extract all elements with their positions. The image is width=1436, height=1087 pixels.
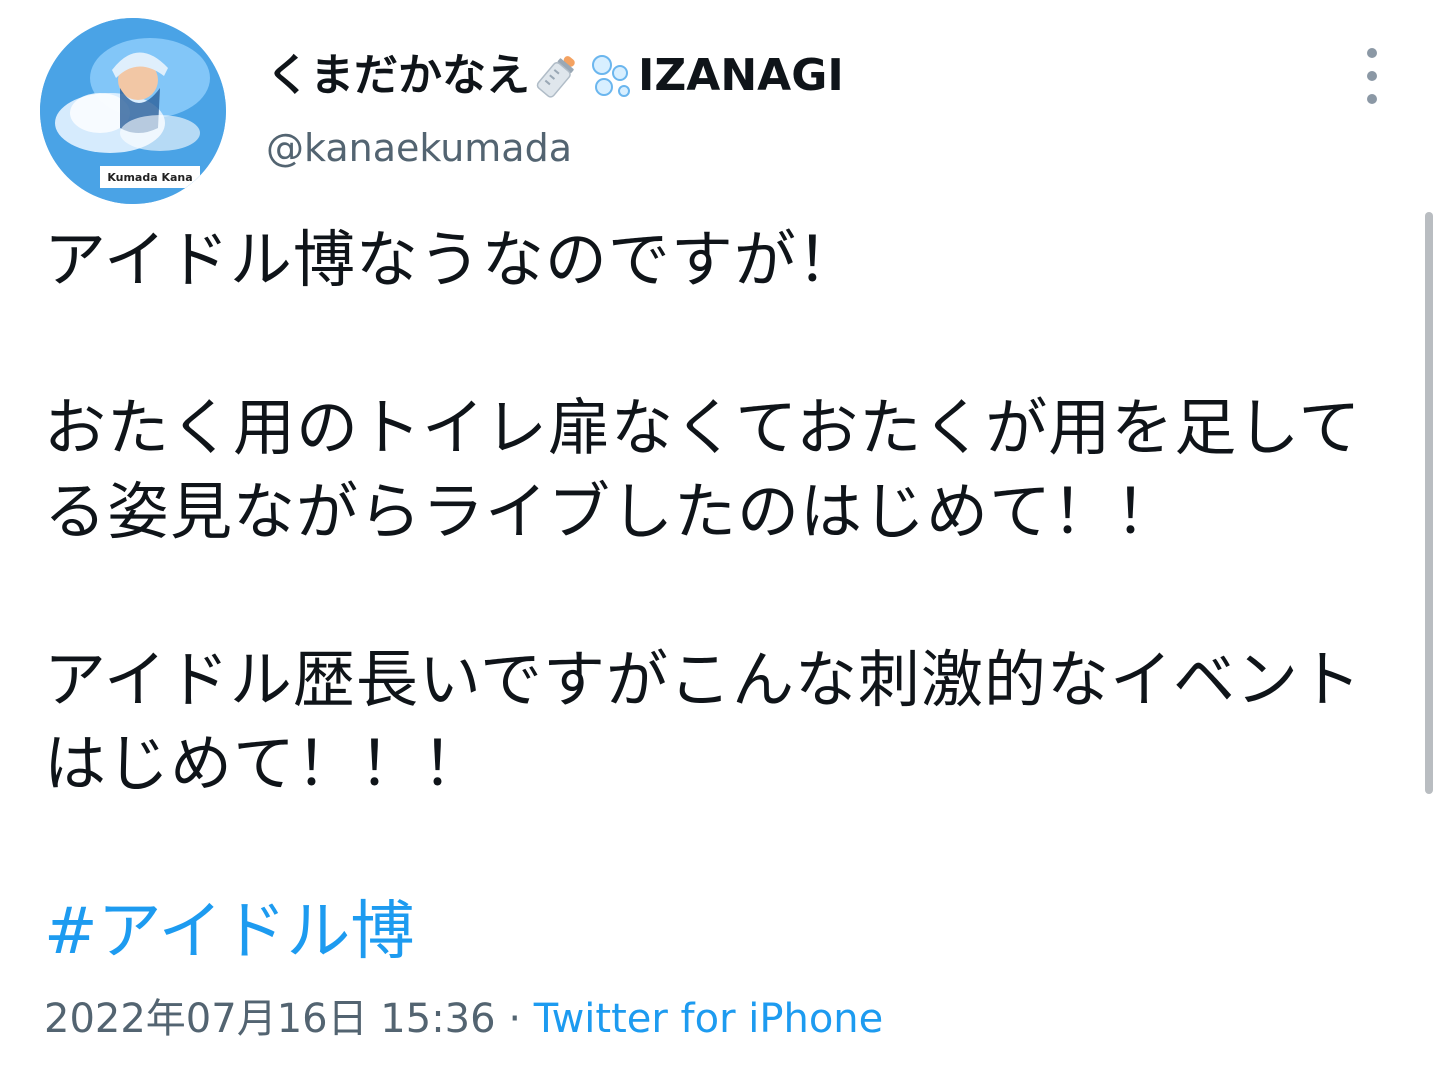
bubbles-emoji	[592, 55, 630, 97]
avatar-caption: Kumada Kana	[107, 171, 192, 184]
tweet: Kumada Kana くまだかなえ IZANAGI @kanaekumada	[0, 0, 1436, 1087]
more-dot	[1367, 71, 1377, 81]
meta-separator: ·	[508, 996, 522, 1042]
hashtag-link[interactable]: #アイドル博	[44, 892, 414, 972]
baby-bottle-emoji	[536, 56, 575, 98]
more-dot	[1367, 94, 1377, 104]
user-handle[interactable]: @kanaekumada	[266, 124, 572, 172]
display-name-text: くまだかなえ	[266, 50, 530, 101]
avatar-image: Kumada Kana	[40, 18, 226, 204]
timestamp[interactable]: 2022年07月16日 15:36	[44, 996, 496, 1042]
source-link[interactable]: Twitter for iPhone	[534, 996, 884, 1042]
display-name[interactable]: くまだかなえ IZANAGI	[266, 48, 844, 104]
scrollbar[interactable]	[1425, 212, 1433, 794]
avatar[interactable]: Kumada Kana	[40, 18, 226, 204]
more-dot	[1367, 48, 1377, 58]
tweet-text: アイドル博なうなのですが！ おたく用のトイレ扉なくておたくが用を足してる姿見なが…	[44, 223, 1363, 800]
display-name-suffix: IZANAGI	[638, 50, 844, 101]
more-options-icon[interactable]	[1352, 48, 1392, 104]
tweet-meta: 2022年07月16日 15:36 · Twitter for iPhone	[44, 992, 883, 1046]
